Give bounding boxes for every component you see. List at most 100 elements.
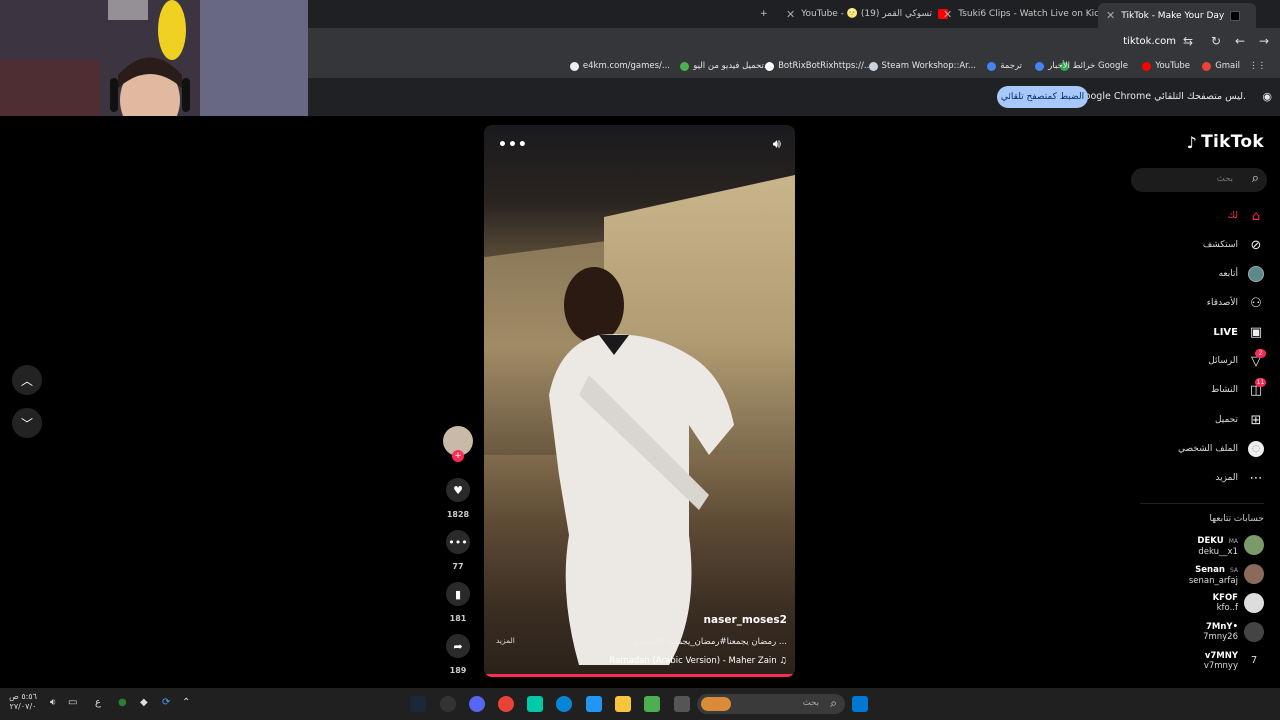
nav-upload[interactable]: تحميل ⊞ xyxy=(1215,410,1264,430)
share-icon: ➦ xyxy=(446,634,470,658)
heart-icon: ♥ xyxy=(446,478,470,502)
avatar: 7 xyxy=(1244,651,1264,671)
app-icon[interactable] xyxy=(527,696,543,712)
tab-tiktok[interactable]: ✕ TikTok - Make Your Day xyxy=(1098,3,1256,28)
video-options-icon[interactable]: ••• xyxy=(498,137,528,153)
volume-icon[interactable]: 🔊︎ xyxy=(773,137,781,152)
nav-more[interactable]: المزيد ⋯ xyxy=(1215,468,1264,488)
tab-label: YouTube - 🌝 تسوكي القمر (19) xyxy=(801,9,932,19)
app-icon[interactable] xyxy=(674,696,690,712)
share-button[interactable]: ➦ 189 xyxy=(446,634,470,675)
mic-icon[interactable]: ● xyxy=(118,697,127,708)
back-icon[interactable]: ← xyxy=(1232,34,1248,48)
settings-icon[interactable] xyxy=(440,696,456,712)
next-video-button[interactable]: ﹀ xyxy=(12,408,42,438)
translate-icon xyxy=(987,61,997,71)
bookmark-gmail[interactable]: Gmail xyxy=(1202,61,1240,71)
tiktok-logo[interactable]: ♪ TikTok xyxy=(1187,132,1264,152)
video-author[interactable]: naser_moses2 xyxy=(704,614,787,626)
avatar xyxy=(1244,564,1264,584)
forward-icon[interactable]: → xyxy=(1256,34,1272,48)
search-icon[interactable]: ⌕ xyxy=(1252,171,1259,186)
nav-profile[interactable]: الملف الشخصي ◌ xyxy=(1178,439,1264,459)
chevron-down-icon: ﹀ xyxy=(20,416,33,431)
tray-app-icon[interactable]: ◆ xyxy=(140,697,148,708)
like-button[interactable]: ♥ 1828 xyxy=(446,478,470,519)
bookmark-botrix[interactable]: BotRixBotRixhttps://... xyxy=(765,61,872,71)
sync-icon[interactable]: ⟳ xyxy=(162,697,170,708)
chrome-icon[interactable] xyxy=(498,696,514,712)
save-button[interactable]: ▮ 181 xyxy=(446,582,470,623)
network-icon[interactable]: ▭ xyxy=(68,697,77,708)
author-avatar[interactable]: + xyxy=(443,426,473,462)
tab-label: Tsuki6 Clips - Watch Live on Kic xyxy=(958,9,1100,19)
home-icon: ⌂ xyxy=(1251,208,1261,224)
new-tab-button[interactable]: + xyxy=(760,4,768,24)
account-item[interactable]: KFOF kfo..f xyxy=(1213,590,1264,616)
tab-youtube[interactable]: ✕ YouTube - 🌝 تسوكي القمر (19) xyxy=(786,4,948,24)
file-explorer-icon[interactable] xyxy=(615,696,631,712)
bookmark-news[interactable]: الأخبار xyxy=(1035,61,1070,71)
close-icon[interactable]: ✕ xyxy=(943,8,952,21)
reload-icon[interactable]: ↻ xyxy=(1208,34,1224,48)
video-player[interactable]: ••• 🔊︎ naser_moses2 رمضان يجمعنا#رمضان_ي… xyxy=(484,125,795,677)
sidebar-divider xyxy=(1140,503,1264,504)
tab-label: TikTok - Make Your Day xyxy=(1121,10,1225,21)
steam-icon[interactable] xyxy=(410,696,426,712)
friends-icon: ⚇ xyxy=(1250,295,1262,311)
bookmark-icon: ▮ xyxy=(446,582,470,606)
minecraft-icon[interactable] xyxy=(644,696,660,712)
close-icon[interactable]: ✕ xyxy=(786,8,795,21)
chevron-up-icon[interactable]: ⌃ xyxy=(182,697,190,708)
account-item[interactable]: 7MnY• 7mny26 xyxy=(1203,619,1264,645)
avatar xyxy=(1244,593,1264,613)
set-default-button[interactable]: الضبط كمتصفح تلقائي xyxy=(997,86,1088,108)
discord-icon[interactable] xyxy=(469,696,485,712)
account-item[interactable]: DEKU MA deku__x1 xyxy=(1197,532,1264,558)
video-caption: رمضان يجمعنا#رمضان_يجمعنا #اكسبلور ... xyxy=(630,637,787,647)
tiktok-icon xyxy=(1230,10,1241,21)
volume-icon[interactable]: 🔉︎ xyxy=(50,697,56,708)
save-count: 181 xyxy=(449,614,467,623)
upload-icon: ⊞ xyxy=(1250,412,1262,428)
bookmark-steam[interactable]: Steam Workshop::Ar... xyxy=(868,61,976,71)
comment-icon: ••• xyxy=(446,530,470,554)
taskbar-search[interactable]: بحث ⌕ xyxy=(697,694,845,714)
windows-start-icon[interactable] xyxy=(852,696,868,712)
bookmark-youtube[interactable]: YouTube xyxy=(1142,61,1190,71)
bookmark-video-download[interactable]: تحميل فيديو من اليو... xyxy=(680,61,772,71)
close-icon[interactable]: ✕ xyxy=(1106,9,1115,22)
comment-button[interactable]: ••• 77 xyxy=(446,530,470,571)
url-field[interactable]: tiktok.com xyxy=(1123,36,1176,47)
caption-more-link[interactable]: المزيد xyxy=(496,636,515,645)
tiktok-icon: ♪ xyxy=(1186,132,1198,152)
bookmark-e4km[interactable]: e4km.com/games/... xyxy=(569,61,670,71)
video-music[interactable]: Ramadan (Arabic Version) - Maher Zain ♫ xyxy=(609,656,787,666)
account-item[interactable]: v7MNY v7mnyy 7 xyxy=(1204,648,1264,674)
profile-icon: ◌ xyxy=(1248,441,1264,457)
edge-icon[interactable] xyxy=(556,696,572,712)
nav-explore[interactable]: استكشف ⊘ xyxy=(1203,235,1264,255)
video-progress-bar[interactable] xyxy=(484,674,795,677)
more-icon: ⋯ xyxy=(1249,470,1263,486)
nav-friends[interactable]: الأصدقاء ⚇ xyxy=(1207,293,1264,313)
bookmark-translate[interactable]: ترجمة xyxy=(987,61,1022,71)
search-input[interactable]: بحث ⌕ xyxy=(1131,168,1267,192)
tab-kick[interactable]: ✕ Tsuki6 Clips - Watch Live on Kic xyxy=(943,4,1116,24)
account-item[interactable]: Senan SA senan_arfaj xyxy=(1189,561,1264,587)
site-settings-icon[interactable]: ⇆ xyxy=(1180,34,1196,48)
follow-plus-icon[interactable]: + xyxy=(452,450,464,462)
nav-activity[interactable]: النشاط ◫ 11 xyxy=(1211,378,1266,400)
language-indicator[interactable]: ع xyxy=(95,697,101,708)
apps-icon[interactable]: ⋮⋮ xyxy=(1249,61,1266,71)
avatar xyxy=(1244,535,1264,555)
nav-following[interactable]: أتابعه xyxy=(1219,264,1264,284)
nav-live[interactable]: LIVE ▣ xyxy=(1213,322,1264,342)
app-icon[interactable] xyxy=(586,696,602,712)
taskbar-clock[interactable]: ٥:٥٦ ص ٢٧/٠٧/٠ xyxy=(8,692,38,712)
youtube-icon xyxy=(1142,61,1152,71)
nav-messages[interactable]: الرسائل ▽ 2 xyxy=(1208,349,1266,371)
nav-for-you[interactable]: لك ⌂ xyxy=(1228,206,1264,226)
previous-video-button[interactable]: ︿ xyxy=(12,365,42,395)
activity-icon: ◫ 11 xyxy=(1249,378,1266,398)
